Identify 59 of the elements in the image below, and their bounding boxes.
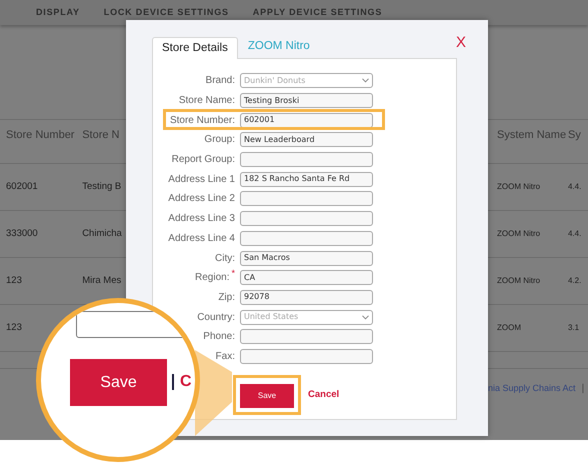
footer-separator: | bbox=[582, 382, 584, 396]
field-label: Store Name: bbox=[178, 94, 235, 108]
nav-link[interactable]: APPLY DEVICE SETTINGS bbox=[252, 6, 382, 20]
input-field[interactable] bbox=[240, 211, 373, 226]
input-field[interactable]: 182 S Rancho Santa Fe Rd bbox=[240, 172, 373, 187]
required-marker: * bbox=[231, 267, 235, 280]
save-button[interactable]: Save bbox=[240, 384, 294, 408]
input-field[interactable]: 602001 bbox=[240, 112, 373, 128]
column-header: Store N bbox=[82, 128, 120, 142]
field-label: Address Line 1 bbox=[168, 172, 235, 187]
field-label: Store Number: bbox=[170, 114, 235, 128]
table-cell: 602001 bbox=[6, 181, 38, 192]
table-cell: 4.2. bbox=[568, 276, 582, 285]
table-cell: ZOOM bbox=[497, 323, 521, 332]
cancel-button[interactable]: Cancel bbox=[308, 388, 340, 402]
input-field[interactable]: CA bbox=[240, 270, 373, 286]
column-header: Sy bbox=[568, 128, 582, 142]
field-label: Region: bbox=[195, 271, 230, 286]
table-cell: 4.4. bbox=[568, 182, 582, 191]
chevron-down-icon bbox=[362, 314, 369, 320]
field-label: Brand: bbox=[206, 74, 235, 88]
input-field[interactable] bbox=[240, 191, 373, 206]
input-field[interactable]: Testing Broski bbox=[240, 93, 373, 108]
chevron-down-icon bbox=[362, 78, 369, 84]
table-cell: 123 bbox=[6, 322, 22, 333]
nav-link[interactable]: LOCK DEVICE SETTINGS bbox=[104, 6, 229, 20]
field-label: Zip: bbox=[218, 290, 235, 305]
save-button[interactable]: Save bbox=[70, 359, 167, 406]
input-field[interactable]: 92078 bbox=[240, 290, 373, 305]
tab[interactable]: Store Details bbox=[152, 37, 238, 59]
table-cell: 4.4. bbox=[568, 229, 582, 238]
column-header: System Name bbox=[497, 128, 568, 142]
input-field[interactable] bbox=[240, 348, 373, 364]
table-cell: Testing B bbox=[82, 181, 122, 192]
nav-link[interactable]: DISPLAY bbox=[36, 6, 80, 20]
input-field[interactable] bbox=[240, 329, 373, 344]
column-header: Store Number bbox=[6, 128, 76, 142]
field-label: City: bbox=[215, 252, 235, 266]
table-cell: Chimicha bbox=[82, 228, 122, 239]
field-label: Report Group: bbox=[172, 153, 235, 168]
field-label: Address Line 3 bbox=[168, 212, 235, 226]
table-cell: 333000 bbox=[6, 228, 38, 239]
field-label: Address Line 2 bbox=[168, 192, 235, 206]
close-button[interactable]: X bbox=[456, 32, 466, 54]
table-cell: ZOOM Nitro bbox=[497, 276, 540, 285]
field-label: Fax: bbox=[216, 350, 235, 364]
input-field[interactable] bbox=[240, 152, 373, 168]
table-cell: Mira Mes bbox=[82, 275, 122, 286]
field-label: Country: bbox=[197, 310, 235, 325]
input-field[interactable]: San Macros bbox=[240, 250, 373, 266]
field-label: Group: bbox=[204, 133, 235, 148]
table-cell: 123 bbox=[6, 275, 22, 286]
field-label: Phone: bbox=[203, 330, 235, 344]
table-cell: ZOOM Nitro bbox=[497, 229, 540, 238]
input-field[interactable] bbox=[240, 230, 373, 246]
table-cell: 3.1 bbox=[568, 323, 580, 332]
input-field[interactable]: New Leaderboard bbox=[240, 132, 373, 148]
field-label: Address Line 4 bbox=[168, 232, 235, 246]
table-cell: ZOOM Nitro bbox=[497, 182, 540, 191]
